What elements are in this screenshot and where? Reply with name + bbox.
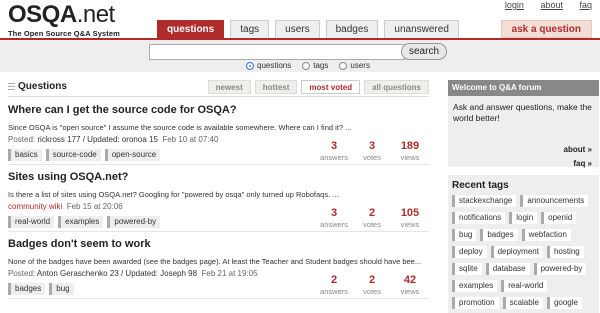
top-links: login about faq: [491, 0, 592, 10]
question-item: Badges don't seem to work None of the ba…: [8, 232, 429, 299]
question-item: Sites using OSQA.net? Is there a list of…: [8, 165, 429, 232]
radio-icon: [339, 61, 348, 70]
sort-tabs: newest hottest most voted all questions: [204, 80, 429, 94]
recent-tag[interactable]: powered-by: [533, 263, 587, 275]
answers-count: 3 answers: [320, 140, 348, 163]
search-bar: search questions tags users: [0, 38, 600, 72]
welcome-title: Welcome to Q&A forum: [448, 80, 599, 96]
question-meta: Posted: rickross 177 / Updated: oronoa 1…: [8, 135, 219, 144]
tag-link[interactable]: open-source: [104, 149, 161, 161]
question-stats: 3 answers 3 votes 189 views: [315, 140, 429, 163]
tab-tags[interactable]: tags: [230, 20, 270, 38]
sort-newest[interactable]: newest: [207, 80, 251, 94]
tag-link[interactable]: badges: [8, 283, 46, 295]
question-item: Where can I get the source code for OSQA…: [8, 98, 429, 165]
question-title-link[interactable]: Badges don't seem to work: [8, 238, 151, 250]
question-tags: basics source-code open-source: [8, 149, 164, 161]
tag-link[interactable]: examples: [58, 216, 104, 228]
questions-header: Questions newest hottest most voted all …: [8, 80, 429, 97]
scope-tags[interactable]: tags: [302, 61, 328, 70]
recent-tag[interactable]: login: [509, 212, 538, 224]
recent-tags-title: Recent tags: [452, 180, 509, 191]
views-count: 105 views: [400, 207, 420, 230]
recent-tags-list: stackexchange announcements notifications l…: [452, 195, 595, 313]
recent-tag[interactable]: database: [485, 263, 530, 275]
main-nav: questions tags users badges unanswered: [157, 20, 465, 38]
logo-wordmark: OSQA.net: [8, 1, 115, 28]
page-title: Questions: [8, 81, 67, 92]
question-title-link[interactable]: Where can I get the source code for OSQA…: [8, 104, 237, 116]
tab-users[interactable]: users: [275, 20, 320, 38]
question-stats: 2 answers 2 votes 42 views: [315, 274, 429, 297]
recent-tag[interactable]: bug: [452, 229, 477, 241]
recent-tag[interactable]: deployment: [490, 246, 543, 258]
tag-link[interactable]: real-world: [8, 216, 55, 228]
recent-tag[interactable]: scalable: [502, 297, 543, 309]
question-list: Where can I get the source code for OSQA…: [8, 98, 429, 299]
scope-users[interactable]: users: [339, 61, 370, 70]
question-authors[interactable]: Anton Geraschenko 23 / Updated: Joseph 9…: [37, 269, 197, 278]
votes-count: 3 votes: [363, 140, 381, 163]
sort-most-voted[interactable]: most voted: [301, 80, 361, 94]
community-wiki-label: community wiki: [8, 202, 63, 211]
answers-count: 3 answers: [320, 207, 348, 230]
faq-link[interactable]: faq »: [573, 158, 592, 169]
tag-link[interactable]: source-code: [45, 149, 101, 161]
recent-tag[interactable]: google: [546, 297, 582, 309]
about-link[interactable]: about: [540, 0, 563, 10]
ask-question-button[interactable]: ask a question: [500, 20, 592, 38]
faq-link[interactable]: faq: [579, 0, 592, 10]
recent-tag[interactable]: examples: [452, 280, 498, 292]
search-scope: questions tags users: [246, 61, 381, 70]
question-stats: 3 answers 2 votes 105 views: [315, 207, 429, 230]
question-excerpt: Since OSQA is "open source" I assume the…: [8, 123, 352, 132]
question-excerpt: Is there a list of sites using OSQA.net?…: [8, 190, 339, 199]
sort-hottest[interactable]: hottest: [254, 80, 298, 94]
radio-icon: [302, 61, 311, 70]
sidebar: Welcome to Q&A forum Ask and answer ques…: [448, 80, 599, 313]
tab-unanswered[interactable]: unanswered: [384, 20, 459, 38]
votes-count: 2 votes: [363, 274, 381, 297]
question-tags: badges bug: [8, 283, 78, 295]
recent-tag[interactable]: hosting: [546, 246, 584, 258]
logo-tagline: The Open Source Q&A System: [8, 29, 120, 38]
recent-tag[interactable]: sqlite: [452, 263, 482, 275]
recent-tag[interactable]: real-world: [501, 280, 548, 292]
search-button[interactable]: search: [401, 43, 447, 60]
tag-link[interactable]: powered-by: [107, 216, 161, 228]
question-tags: real-world examples powered-by: [8, 216, 164, 228]
welcome-box: Ask and answer questions, make the world…: [448, 96, 599, 169]
radio-selected-icon: [246, 61, 254, 70]
answers-count: 2 answers: [320, 274, 348, 297]
tag-link[interactable]: bug: [49, 283, 74, 295]
question-excerpt: None of the badges have been awarded (se…: [8, 257, 422, 266]
sort-all-questions[interactable]: all questions: [364, 80, 429, 94]
recent-tag[interactable]: announcements: [520, 195, 589, 207]
recent-tag[interactable]: notifications: [452, 212, 506, 224]
about-link[interactable]: about »: [564, 144, 592, 155]
tag-link[interactable]: basics: [8, 149, 42, 161]
question-authors[interactable]: rickross 177 / Updated: oronoa 15: [37, 135, 158, 144]
recent-tag[interactable]: stackexchange: [452, 195, 517, 207]
scope-questions[interactable]: questions: [246, 61, 291, 70]
question-meta: community wiki Feb 15 at 20:06: [8, 202, 123, 211]
recent-tag[interactable]: webfaction: [521, 229, 571, 241]
votes-count: 2 votes: [363, 207, 381, 230]
recent-tag[interactable]: promotion: [452, 297, 499, 309]
views-count: 42 views: [400, 274, 420, 297]
tab-questions[interactable]: questions: [157, 20, 225, 38]
login-link[interactable]: login: [505, 0, 524, 10]
question-meta: Posted: Anton Geraschenko 23 / Updated: …: [8, 269, 258, 278]
recent-tag[interactable]: deploy: [452, 246, 487, 258]
question-title-link[interactable]: Sites using OSQA.net?: [8, 171, 128, 183]
search-input[interactable]: [149, 44, 405, 60]
welcome-text: Ask and answer questions, make the world…: [453, 102, 592, 123]
list-icon: [8, 83, 15, 90]
tab-badges[interactable]: badges: [325, 20, 379, 38]
site-logo[interactable]: OSQA.net The Open Source Q&A System: [8, 1, 120, 39]
views-count: 189 views: [400, 140, 420, 163]
recent-tags-box: Recent tags stackexchange announcements no…: [448, 175, 599, 313]
recent-tag[interactable]: badges: [480, 229, 518, 241]
recent-tag[interactable]: openid: [541, 212, 577, 224]
